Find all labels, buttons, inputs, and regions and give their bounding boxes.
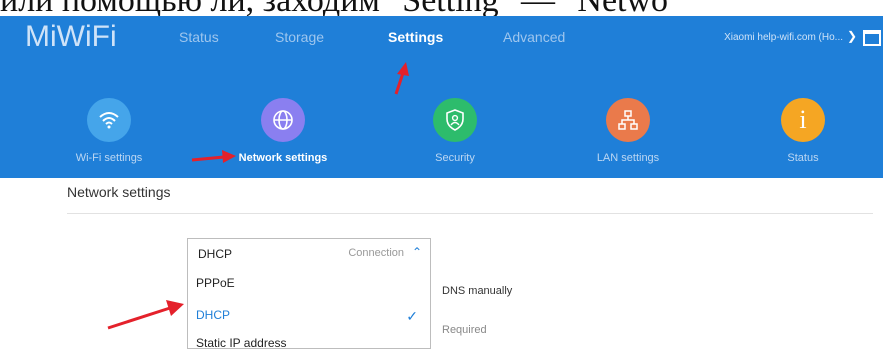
tab-settings[interactable]: Settings bbox=[388, 29, 443, 45]
tile-label: Security bbox=[435, 152, 475, 164]
option-static-ip[interactable]: Static IP address bbox=[196, 336, 287, 350]
tile-security[interactable]: Security bbox=[385, 98, 525, 164]
tile-status[interactable]: i Status bbox=[733, 98, 873, 164]
network-icon bbox=[606, 98, 650, 142]
instruction-text: или помощью ли, заходим "Setting" — "Net… bbox=[0, 0, 883, 16]
red-arrow-annotation bbox=[394, 62, 409, 95]
router-header: MiWiFi Status Storage Settings Advanced … bbox=[0, 16, 883, 178]
dns-manual-label: DNS manually bbox=[442, 285, 513, 297]
page-title: Network settings bbox=[67, 184, 171, 200]
globe-icon bbox=[261, 98, 305, 142]
option-pppoe[interactable]: PPPoE bbox=[196, 276, 235, 290]
connection-options-list: PPPoE DHCP ✓ Static IP address bbox=[187, 268, 431, 350]
option-dhcp[interactable]: DHCP bbox=[196, 308, 230, 322]
shield-icon bbox=[433, 98, 477, 142]
tile-label: LAN settings bbox=[596, 152, 660, 164]
chevron-up-icon[interactable]: ⌃ bbox=[412, 245, 422, 259]
info-icon: i bbox=[781, 98, 825, 142]
divider bbox=[67, 213, 873, 214]
network-settings-panel: Network settings DNS manually Required D… bbox=[24, 178, 883, 350]
required-placeholder: Required bbox=[442, 324, 487, 336]
tile-wifi-settings[interactable]: Wi-Fi settings bbox=[39, 98, 179, 164]
tab-status[interactable]: Status bbox=[179, 29, 219, 45]
connection-type-select[interactable]: DHCP Connection ⌃ bbox=[187, 238, 431, 269]
account-label[interactable]: Xiaomi help-wifi.com (Ho... bbox=[724, 32, 843, 43]
red-arrow-annotation bbox=[191, 150, 236, 163]
logo: MiWiFi bbox=[25, 20, 117, 53]
chevron-down-icon[interactable]: ❯ bbox=[847, 29, 857, 43]
mail-icon[interactable] bbox=[863, 30, 881, 46]
select-value: DHCP bbox=[198, 247, 233, 261]
red-arrow-annotation bbox=[107, 300, 184, 330]
tab-advanced[interactable]: Advanced bbox=[503, 29, 565, 45]
wifi-icon bbox=[87, 98, 131, 142]
tile-label: Status bbox=[787, 152, 819, 164]
tab-storage[interactable]: Storage bbox=[275, 29, 324, 45]
tile-label: Wi-Fi settings bbox=[75, 152, 143, 164]
tile-lan-settings[interactable]: LAN settings bbox=[558, 98, 698, 164]
checkmark-icon: ✓ bbox=[406, 308, 418, 324]
select-hint: Connection bbox=[348, 247, 404, 259]
